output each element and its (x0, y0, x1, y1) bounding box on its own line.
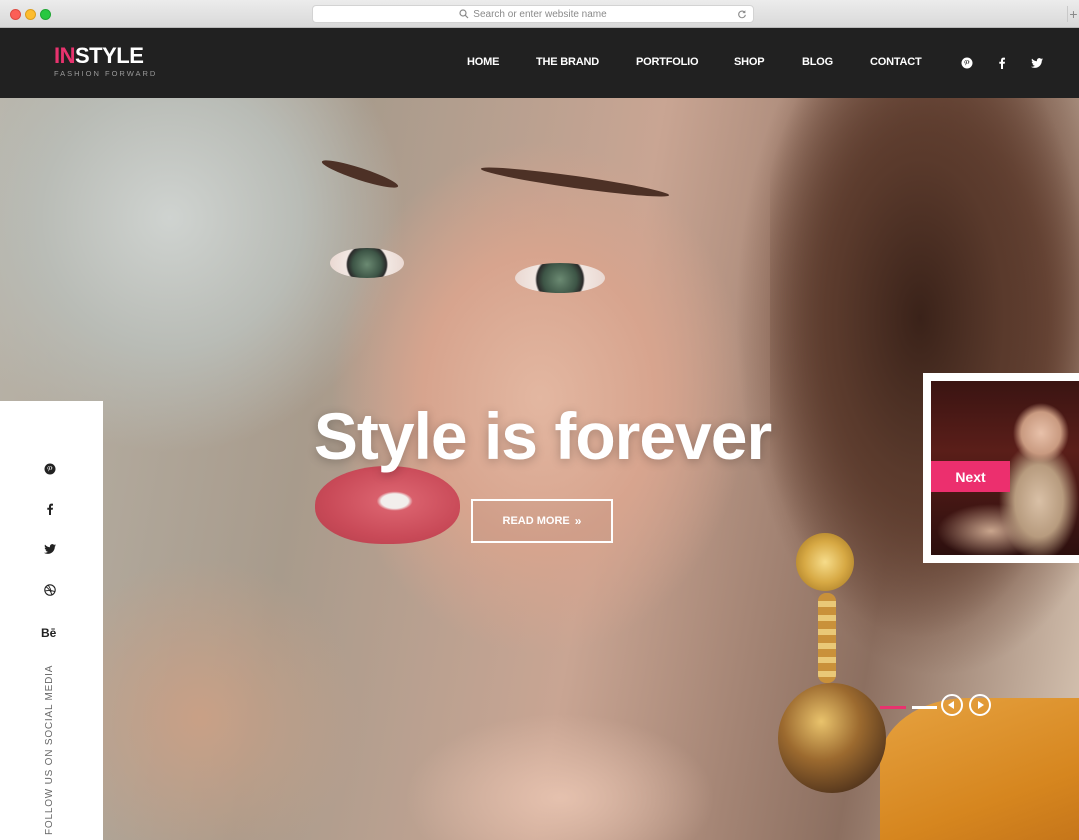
hero-image-lips (315, 466, 460, 544)
nav-item-blog[interactable]: BLOG (802, 56, 833, 68)
pinterest-icon[interactable] (43, 462, 57, 476)
zoom-window-button[interactable] (40, 9, 51, 20)
hero-image-eye (330, 248, 404, 278)
nav-item-shop[interactable]: SHOP (734, 56, 765, 68)
facebook-icon[interactable] (43, 502, 57, 516)
nav-item-home[interactable]: HOME (467, 56, 499, 68)
dribbble-icon[interactable] (43, 583, 57, 597)
play-left-icon (948, 701, 954, 709)
nav-item-the-brand[interactable]: THE BRAND (536, 56, 599, 68)
close-window-button[interactable] (10, 9, 21, 20)
address-bar[interactable]: Search or enter website name (312, 5, 754, 23)
hero-headline: Style is forever (313, 399, 772, 473)
minimize-window-button[interactable] (25, 9, 36, 20)
hero-image-earring-pendant (778, 683, 886, 793)
slide-indicator[interactable] (912, 706, 937, 709)
hero-image-brow (320, 155, 400, 193)
double-chevron-right-icon: » (574, 514, 582, 528)
search-icon (459, 9, 469, 19)
site-header: INSTYLE FASHION FORWARD HOME THE BRAND P… (0, 28, 1079, 98)
main-nav: HOME THE BRAND PORTFOLIO SHOP BLOG CONTA… (0, 56, 1079, 70)
next-slide-thumbnail: Next (931, 381, 1079, 555)
hero-image-earring (796, 533, 854, 591)
hero-image-eye (515, 263, 605, 293)
prev-slide-button[interactable] (941, 694, 963, 716)
next-label: Next (931, 461, 1010, 492)
nav-item-contact[interactable]: CONTACT (870, 56, 922, 68)
play-right-icon (978, 701, 984, 709)
hero-image-brow (480, 162, 670, 202)
hero-image-scarf (880, 698, 1079, 840)
new-tab-button[interactable]: + (1067, 6, 1079, 22)
hero-slider: Style is forever READ MORE » Next (0, 98, 1079, 840)
twitter-icon[interactable] (43, 542, 57, 556)
logo-tagline: FASHION FORWARD (54, 69, 158, 78)
nav-item-portfolio[interactable]: PORTFOLIO (636, 56, 699, 68)
browser-chrome: Search or enter website name + (0, 0, 1079, 28)
follow-us-text: FOLLOW US ON SOCIAL MEDIA (44, 664, 55, 835)
twitter-icon[interactable] (1030, 56, 1044, 70)
address-placeholder: Search or enter website name (473, 8, 607, 20)
facebook-icon[interactable] (995, 56, 1009, 70)
next-slide-button[interactable] (969, 694, 991, 716)
slide-indicator-active[interactable] (880, 706, 906, 709)
pinterest-icon[interactable] (960, 56, 974, 70)
hero-image-earring-chain (818, 593, 836, 683)
read-more-label: READ MORE (502, 515, 570, 527)
behance-icon[interactable]: Bē (41, 626, 56, 640)
read-more-button[interactable]: READ MORE » (471, 499, 613, 543)
social-sidebar: Bē FOLLOW US ON SOCIAL MEDIA (0, 401, 103, 840)
reload-icon[interactable] (737, 9, 747, 19)
next-slide-preview[interactable]: Next (923, 373, 1079, 563)
